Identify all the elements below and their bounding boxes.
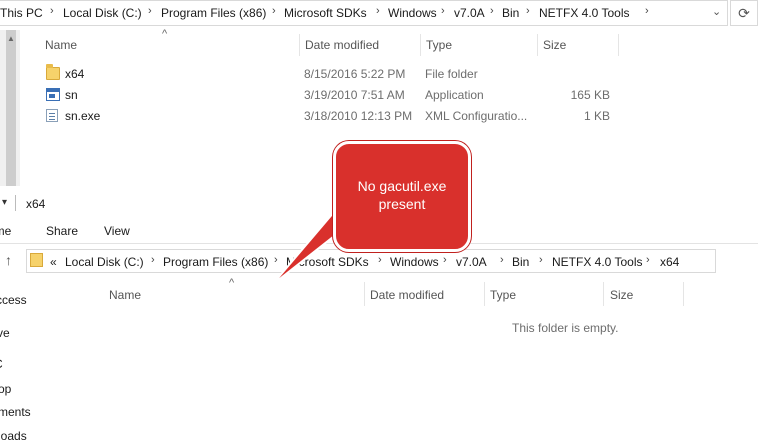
callout-line-2: present [378,196,426,212]
callout-text: No gacutil.exe present [333,177,471,213]
callout-line-1: No gacutil.exe [357,178,447,194]
